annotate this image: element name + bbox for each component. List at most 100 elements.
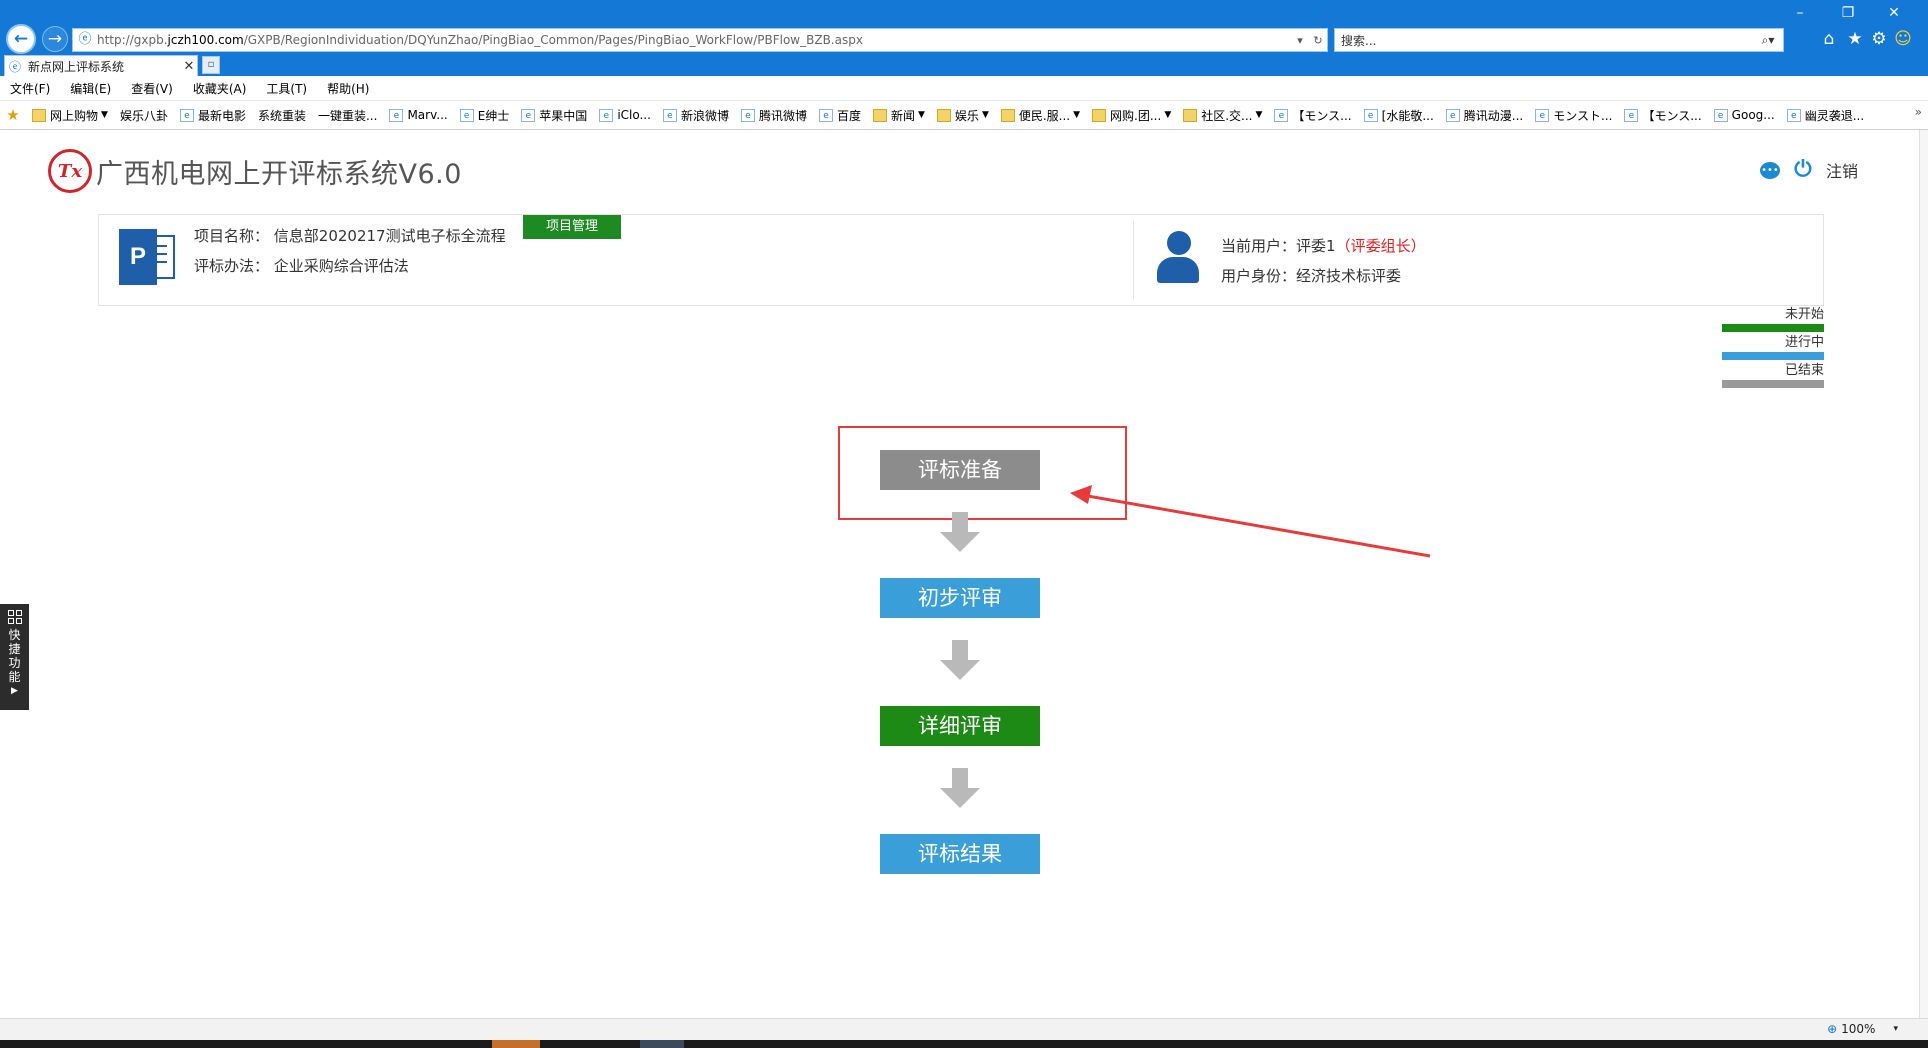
step-evaluation-result[interactable]: 评标结果	[880, 834, 1040, 874]
ie-page-icon: e	[521, 108, 536, 122]
legend-in-progress: 进行中	[1722, 334, 1824, 362]
step-preliminary-review[interactable]: 初步评审	[880, 578, 1040, 618]
project-management-button[interactable]: 项目管理	[523, 215, 621, 239]
taskbar-item[interactable]	[492, 1040, 540, 1048]
favorite-item[interactable]: e Goog...	[1708, 108, 1781, 122]
expand-caret-icon: ▶	[11, 686, 18, 696]
favorite-item[interactable]: e 【モンス...	[1268, 107, 1357, 124]
favorite-item[interactable]: 新闻 ▼	[867, 107, 931, 124]
favorite-label: 幽灵袭退...	[1804, 108, 1865, 123]
favorite-label: 【モンス...	[1642, 108, 1702, 123]
ie-page-icon: e	[1535, 108, 1550, 122]
favorite-item[interactable]: e 幽灵袭退...	[1781, 107, 1870, 124]
chat-bubble-icon[interactable]: •••	[1759, 161, 1780, 179]
taskbar-item[interactable]	[640, 1040, 684, 1048]
favorites-overflow-chevron-icon[interactable]: »	[1915, 105, 1922, 119]
favorite-label: 网购.团...	[1110, 108, 1162, 123]
quick-panel-label-2: 捷	[8, 642, 21, 656]
url-text[interactable]: http://gxpb.jczh100.com/GXPB/RegionIndiv…	[97, 33, 1291, 47]
zoom-dropdown-icon[interactable]: ▾	[1893, 1024, 1898, 1034]
favorite-item[interactable]: 系统重装	[252, 107, 312, 124]
tab-close-icon[interactable]: ✕	[181, 59, 197, 74]
power-icon[interactable]: ⏻	[1792, 159, 1814, 181]
current-user-row: 当前用户：评委1（评委组长）	[1221, 235, 1426, 256]
search-bar[interactable]: 搜索... ⌕▾	[1334, 28, 1784, 52]
favorite-item[interactable]: e 新浪微博	[657, 107, 735, 124]
forward-button[interactable]: →	[42, 26, 68, 52]
ie-page-icon: e	[662, 108, 677, 122]
close-window-button[interactable]: ✕	[1876, 2, 1912, 24]
favorite-item[interactable]: e 百度	[813, 107, 867, 124]
address-dropdown-icon[interactable]: ▾	[1291, 34, 1309, 47]
favorite-item[interactable]: 娱乐八卦	[114, 107, 174, 124]
favorites-star-icon[interactable]: ★	[1844, 28, 1866, 50]
dropdown-caret-icon: ▼	[1255, 110, 1263, 120]
step-evaluation-prep[interactable]: 评标准备	[880, 450, 1040, 490]
quick-functions-panel[interactable]: 快 捷 功 能 ▶	[0, 604, 29, 710]
menu-tools[interactable]: 工具(T)	[256, 80, 317, 97]
feedback-smiley-icon[interactable]: ☺	[1892, 28, 1914, 50]
favorite-item[interactable]: 便民.服... ▼	[995, 107, 1086, 124]
favorite-label: E绅士	[477, 108, 510, 123]
arrow-stem	[952, 768, 968, 790]
app-logo: Tx	[48, 149, 92, 193]
role-open-paren: （	[1335, 237, 1351, 255]
url-host: jczh100.com	[167, 33, 244, 47]
ie-page-icon: e	[740, 108, 755, 122]
page-scrollbar[interactable]	[1919, 130, 1928, 1018]
new-tab-button[interactable]: ▫	[202, 56, 220, 74]
favorite-item[interactable]: e 腾讯动漫...	[1440, 107, 1529, 124]
status-bar: ⊕ 100% ▾	[0, 1018, 1928, 1041]
favorite-item[interactable]: e 苹果中国	[515, 107, 593, 124]
ie-page-icon: e	[389, 108, 404, 122]
menu-view[interactable]: 查看(V)	[121, 80, 183, 97]
favorite-item[interactable]: e 腾讯微博	[735, 107, 813, 124]
favorite-item[interactable]: e E绅士	[454, 107, 516, 124]
legend-label: 已结束	[1784, 363, 1824, 378]
zoom-control[interactable]: ⊕ 100% ▾	[1827, 1022, 1898, 1036]
favorite-label: 最新电影	[197, 108, 246, 123]
evaluation-method-row: 评标办法： 企业采购综合评估法	[194, 255, 409, 276]
annotation-arrow	[1070, 485, 1431, 558]
favorite-item[interactable]: e Marv...	[383, 108, 453, 122]
back-button[interactable]: ←	[6, 24, 36, 54]
favorite-item[interactable]: e モンスト...	[1529, 107, 1618, 124]
quick-panel-label-3: 功	[8, 656, 21, 670]
menu-edit[interactable]: 编辑(E)	[60, 80, 121, 97]
favorite-item[interactable]: 网购.团... ▼	[1086, 107, 1177, 124]
favorite-item[interactable]: e 【モンス...	[1618, 107, 1707, 124]
arrow-head	[940, 660, 980, 680]
favorite-item[interactable]: e 最新电影	[174, 107, 252, 124]
flow-down-arrow-icon	[940, 768, 980, 810]
logout-link[interactable]: 注销	[1826, 158, 1858, 182]
favorite-item[interactable]: e [水能敬...	[1358, 107, 1440, 124]
settings-gear-icon[interactable]: ⚙	[1868, 28, 1890, 50]
refresh-icon[interactable]: ↻	[1309, 34, 1327, 47]
evaluation-method-label: 评标办法：	[194, 257, 270, 275]
menu-file[interactable]: 文件(F)	[0, 80, 60, 97]
menu-favorites[interactable]: 收藏夹(A)	[183, 80, 257, 97]
favorites-add-star-icon[interactable]: ★	[0, 106, 26, 124]
home-icon[interactable]: ⌂	[1818, 28, 1840, 50]
favorite-item[interactable]: 网上购物 ▼	[26, 107, 114, 124]
user-avatar-icon	[1155, 231, 1201, 287]
step-detailed-review[interactable]: 详细评审	[880, 706, 1040, 746]
favorite-label: 【モンス...	[1292, 108, 1352, 123]
ie-page-icon: e	[179, 108, 194, 122]
favorite-item[interactable]: e iClo...	[593, 108, 657, 122]
favorite-item[interactable]: 一键重装...	[312, 107, 383, 124]
search-placeholder[interactable]: 搜索...	[1341, 32, 1753, 49]
grid-icon	[7, 610, 22, 624]
search-icon[interactable]: ⌕▾	[1753, 33, 1783, 48]
minimize-button[interactable]: –	[1782, 2, 1818, 24]
user-role-tag: 评委组长	[1350, 237, 1411, 255]
favorite-item[interactable]: 娱乐 ▼	[931, 107, 995, 124]
favorite-label: 网上购物	[50, 108, 99, 123]
favorite-label: 便民.服...	[1018, 108, 1071, 123]
menu-help[interactable]: 帮助(H)	[317, 80, 379, 97]
project-doc-badge: P	[119, 229, 157, 285]
restore-button[interactable]: ❐	[1830, 2, 1866, 24]
tab-active[interactable]: ⓔ 新点网上评标系统 ✕	[4, 55, 198, 76]
favorite-item[interactable]: 社区.交... ▼	[1177, 107, 1268, 124]
address-bar[interactable]: ⓔ http://gxpb.jczh100.com/GXPB/RegionInd…	[72, 28, 1328, 52]
